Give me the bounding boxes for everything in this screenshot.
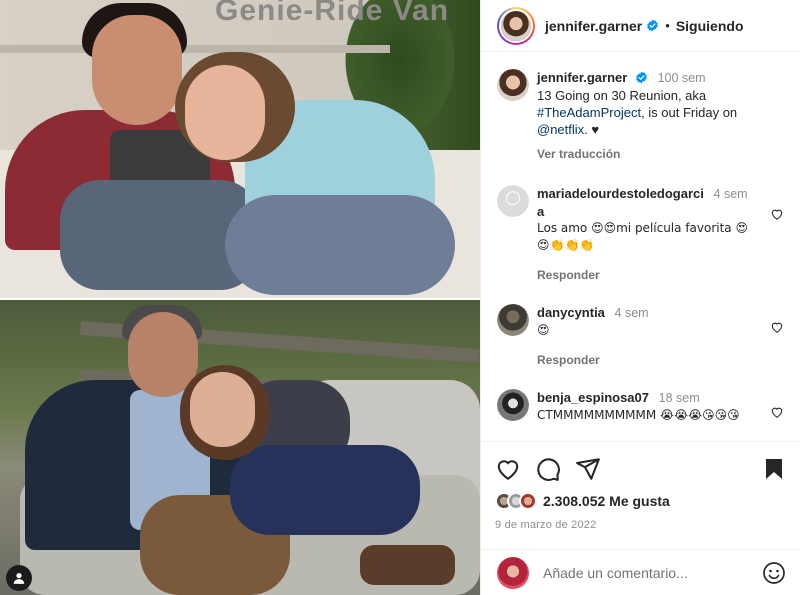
comment-time[interactable]: 18 sem	[659, 391, 700, 405]
commenter-avatar[interactable]	[497, 389, 529, 421]
man-head	[92, 15, 182, 125]
woman-face	[190, 372, 255, 447]
hashtag-link[interactable]: #TheAdamProject	[537, 105, 641, 120]
woman-face	[185, 65, 265, 160]
reply-button[interactable]: Responder	[537, 267, 758, 284]
like-comment-heart-icon[interactable]	[770, 405, 784, 419]
comment-item: benja_espinosa07 18 sem CTMMMMMMMMMM 😭😭😭…	[497, 389, 784, 424]
share-send-icon[interactable]	[575, 456, 601, 482]
comment-bubble-icon[interactable]	[535, 456, 561, 482]
add-comment-bar	[481, 549, 800, 595]
comment-item: mariadelourdestoledogarci 4 sem a Los am…	[497, 185, 784, 284]
comment-text: CTMMMMMMMMMM 😭😭😭😘😘😘	[537, 408, 740, 422]
comment-item: danycyntia 4 sem 😍 Responder	[497, 304, 784, 369]
author-avatar[interactable]	[497, 6, 535, 45]
see-translation-link[interactable]: Ver traducción	[537, 146, 784, 163]
following-button[interactable]: Siguiendo	[676, 18, 744, 34]
caption-username[interactable]: jennifer.garner	[537, 70, 627, 85]
post-photo-bottom	[0, 300, 480, 595]
comment-time[interactable]: 4 sem	[615, 306, 649, 320]
post-side-panel: jennifer.garner • Siguiendo jennifer.gar…	[480, 0, 800, 595]
verified-badge-icon	[647, 19, 659, 32]
likes-summary[interactable]: 2.308.052 Me gusta	[495, 492, 786, 510]
emoji-picker-icon[interactable]	[762, 561, 786, 585]
liker-avatar	[519, 492, 537, 510]
woman-jeans	[230, 445, 420, 535]
post-date: 9 de marzo de 2022	[495, 519, 597, 531]
post-actions: 2.308.052 Me gusta 9 de marzo de 2022	[481, 441, 800, 531]
caption-text: 13 Going on 30 Reunion, aka #TheAdamProj…	[537, 88, 738, 137]
save-bookmark-icon[interactable]	[762, 457, 786, 481]
like-comment-heart-icon[interactable]	[770, 320, 784, 334]
likes-count[interactable]: 2.308.052 Me gusta	[543, 493, 670, 509]
commenter-username[interactable]: danycyntia	[537, 305, 605, 320]
post-caption: jennifer.garner 100 sem 13 Going on 30 R…	[497, 69, 784, 163]
commenter-username[interactable]: benja_espinosa07	[537, 390, 649, 405]
post-header: jennifer.garner • Siguiendo	[481, 0, 800, 52]
mention-link[interactable]: @netflix	[537, 122, 584, 137]
truck-stripe	[0, 45, 390, 53]
separator-dot: •	[665, 18, 670, 33]
commenter-username-wrap: a	[537, 204, 545, 219]
caption-avatar[interactable]	[497, 69, 529, 101]
user-icon	[13, 573, 25, 584]
current-user-avatar	[497, 556, 529, 589]
caption-time[interactable]: 100 sem	[658, 71, 706, 85]
comment-text: 😍	[537, 323, 550, 337]
commenter-avatar[interactable]	[497, 304, 529, 336]
comment-time[interactable]: 4 sem	[714, 187, 748, 201]
author-username[interactable]: jennifer.garner	[545, 18, 642, 34]
comment-text: Los amo 😍😍mi película favorita 😍😍👏👏👏	[537, 221, 748, 252]
woman-jeans	[225, 195, 455, 295]
post-media[interactable]: Genie-Ride Van	[0, 0, 480, 595]
reply-button[interactable]: Responder	[537, 352, 758, 369]
commenter-username[interactable]: mariadelourdestoledogarci	[537, 186, 704, 201]
verified-badge-icon	[636, 71, 647, 84]
like-heart-icon[interactable]	[495, 456, 521, 482]
like-comment-heart-icon[interactable]	[770, 207, 784, 221]
comment-input[interactable]	[543, 564, 743, 581]
woman-boots	[360, 545, 455, 585]
post-photo-top: Genie-Ride Van	[0, 0, 480, 300]
tagged-users-button[interactable]	[6, 565, 32, 591]
truck-sign-text: Genie-Ride Van	[215, 0, 450, 27]
comments-list[interactable]: jennifer.garner 100 sem 13 Going on 30 R…	[481, 53, 800, 441]
commenter-avatar[interactable]	[497, 185, 529, 217]
